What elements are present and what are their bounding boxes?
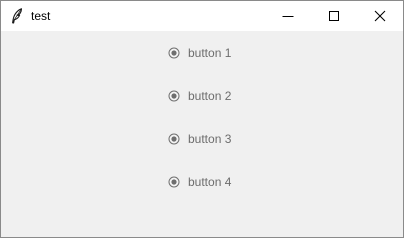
minimize-icon — [282, 16, 294, 17]
radio-label: button 2 — [188, 89, 232, 103]
maximize-icon — [329, 11, 339, 21]
radio-indeterminate-icon — [167, 89, 181, 103]
window-title: test — [31, 9, 51, 23]
radio-label: button 1 — [188, 46, 232, 60]
app-window: test button 1 button 2 button 3 button 4 — [0, 0, 404, 238]
close-button[interactable] — [357, 1, 403, 31]
radio-indeterminate-icon — [167, 175, 181, 189]
radio-indeterminate-icon — [167, 132, 181, 146]
client-area: button 1 button 2 button 3 button 4 — [1, 31, 403, 237]
radio-indeterminate-icon — [167, 46, 181, 60]
radio-label: button 4 — [188, 175, 232, 189]
maximize-button[interactable] — [311, 1, 357, 31]
title-bar[interactable]: test — [1, 1, 403, 31]
radio-button-2[interactable]: button 2 — [167, 87, 231, 105]
minimize-button[interactable] — [265, 1, 311, 31]
radio-button-1[interactable]: button 1 — [167, 44, 231, 62]
radio-button-3[interactable]: button 3 — [167, 130, 231, 148]
close-icon — [374, 10, 386, 22]
radio-label: button 3 — [188, 132, 232, 146]
feather-icon — [10, 8, 24, 24]
radio-button-4[interactable]: button 4 — [167, 173, 231, 191]
